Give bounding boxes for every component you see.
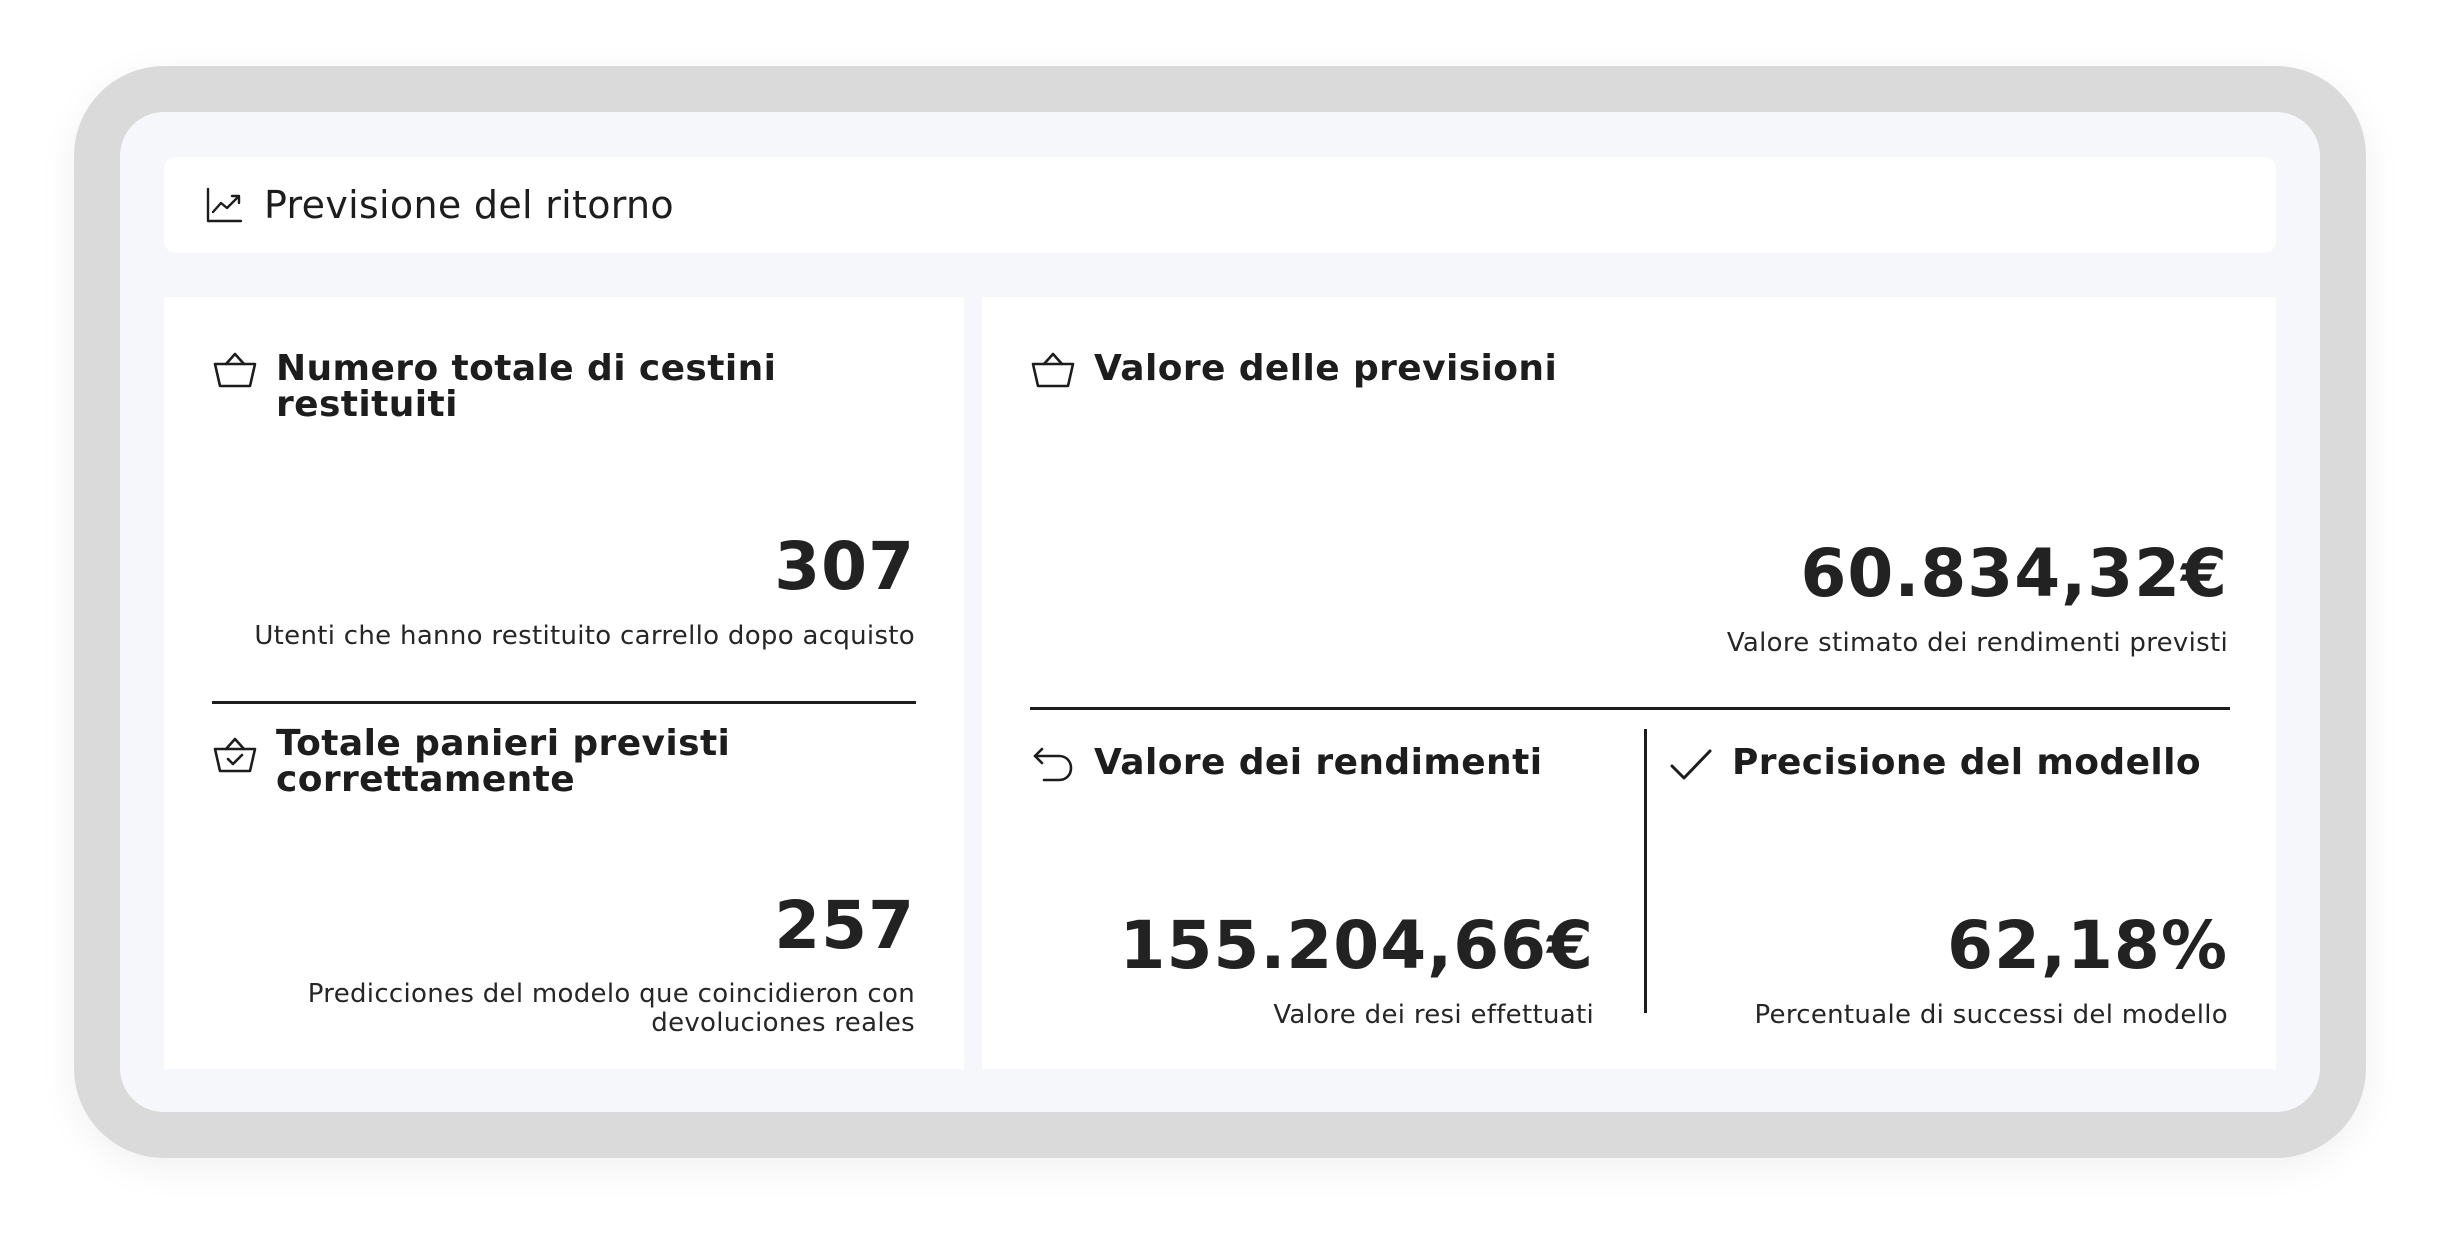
correct-predictions-caption-line1: Predicciones del modelo que coincidieron… (307, 979, 915, 1009)
forecast-value-amount: 60.834,32€ (1800, 535, 2228, 612)
returns-value-caption: Valore dei resi effettuati (1273, 1000, 1594, 1030)
dashboard-screen: Previsione del ritorno Numero totale di … (120, 112, 2320, 1112)
returned-baskets-label: Numero totale di cestini restituiti (276, 348, 777, 425)
forecast-value-title: Valore delle previsioni (1030, 347, 1557, 393)
device-frame: Previsione del ritorno Numero totale di … (74, 66, 2366, 1158)
undo-arrow-icon (1033, 747, 1073, 782)
correct-predictions-label-line2: correttamente (276, 759, 576, 800)
correct-predictions-caption-line2: devoluciones reales (651, 1008, 915, 1038)
model-accuracy-label: Precisione del modello (1732, 742, 2202, 783)
returned-baskets-title: Numero totale di cestini restituiti (212, 347, 964, 423)
correct-predictions-title: Totale panieri previsti correttamente (212, 722, 730, 798)
basket-icon (213, 352, 257, 388)
correct-predictions-value: 257 (774, 887, 915, 964)
check-icon (1670, 749, 1712, 780)
returns-value-title: Valore dei rendimenti (1030, 741, 1542, 787)
returned-baskets-caption: Utenti che hanno restituito carrello dop… (254, 621, 915, 651)
page-title: Previsione del ritorno (264, 183, 674, 227)
trend-chart-icon (206, 187, 243, 223)
left-divider (212, 701, 916, 704)
correct-predictions-label-line1: Totale panieri previsti (276, 723, 731, 764)
correct-predictions-caption: Predicciones del modelo que coincidieron… (308, 980, 915, 1038)
returns-value-label: Valore dei rendimenti (1094, 742, 1543, 783)
model-accuracy-title: Precisione del modello (1668, 741, 2201, 787)
model-accuracy-caption: Percentuale di successi del modello (1754, 1000, 2228, 1030)
section-header: Previsione del ritorno (164, 157, 2276, 253)
left-metrics-card: Numero totale di cestini restituiti 307 … (164, 297, 964, 1069)
basket-check-icon (213, 737, 257, 773)
right-divider (1030, 707, 2230, 710)
basket-icon (1031, 352, 1075, 388)
returned-baskets-value: 307 (774, 528, 915, 605)
forecast-value-caption: Valore stimato dei rendimenti previsti (1726, 628, 2228, 658)
right-vertical-divider (1644, 729, 1647, 1013)
returns-value-amount: 155.204,66€ (1119, 907, 1594, 984)
right-metrics-card: Valore delle previsioni 60.834,32€ Valor… (982, 297, 2276, 1069)
model-accuracy-value: 62,18% (1947, 907, 2228, 984)
forecast-value-label: Valore delle previsioni (1094, 348, 1558, 389)
